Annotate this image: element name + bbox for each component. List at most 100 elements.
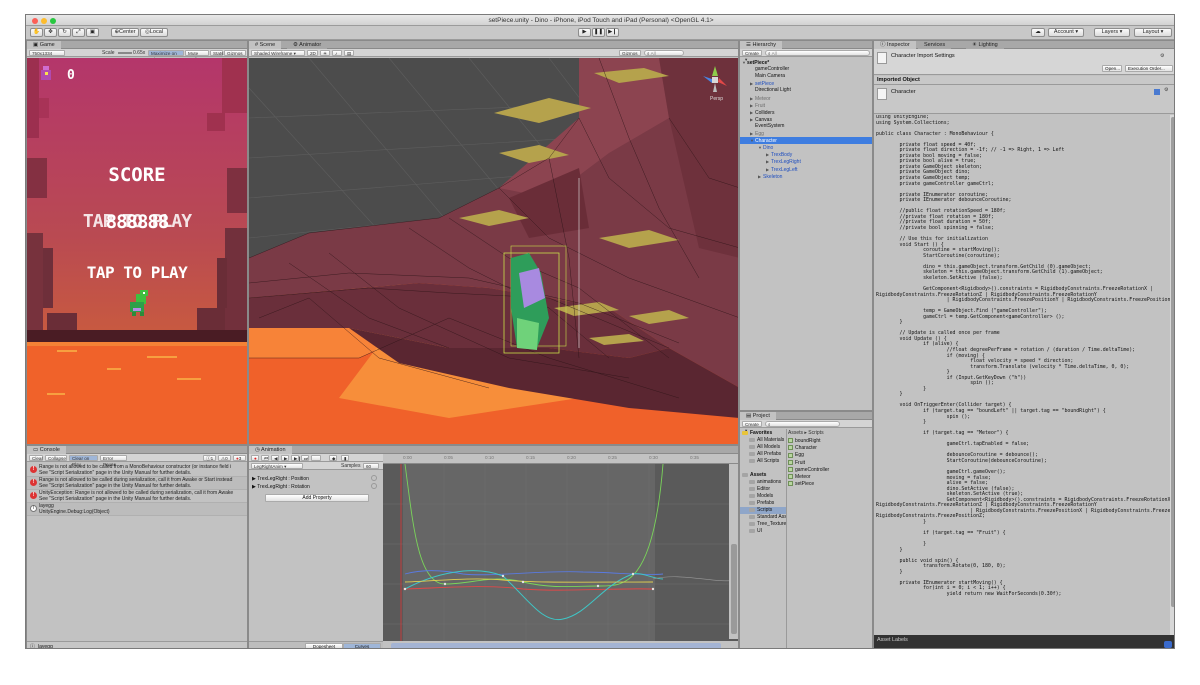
- hierarchy-item[interactable]: ▶ Colliders: [740, 109, 872, 116]
- space-toggle[interactable]: ◎Local: [140, 28, 168, 37]
- project-search-input[interactable]: ⌕: [765, 421, 840, 427]
- step-button[interactable]: ▶❙: [606, 28, 619, 37]
- project-folder-item[interactable]: All Materials: [740, 437, 786, 444]
- property-row[interactable]: ▶ TrexLegRight : Position: [252, 476, 309, 482]
- hierarchy-item[interactable]: gameController: [740, 66, 872, 73]
- layers-dropdown[interactable]: Layers ▾: [1094, 28, 1130, 37]
- console-log-entry[interactable]: ! UnityException: Range is not allowed to…: [27, 490, 247, 503]
- curve-editor[interactable]: 0:00 0:05 0:10 0:15 0:20 0:25 0:30 0:35: [383, 454, 738, 648]
- gizmos-toggle[interactable]: Gizmos: [224, 50, 246, 56]
- project-folder-item[interactable]: Models: [740, 493, 786, 500]
- tab-hierarchy[interactable]: ☰ Hierarchy: [740, 41, 783, 49]
- layout-dropdown[interactable]: Layout ▾: [1134, 28, 1172, 37]
- console-log-entry[interactable]: i layegg UnityEngine.Debug:Log(Object): [27, 503, 247, 516]
- record-button[interactable]: ●: [251, 455, 259, 461]
- shading-dropdown[interactable]: Shaded Wireframe ▾: [251, 50, 305, 56]
- execution-order-button[interactable]: Execution Order...: [1125, 65, 1173, 72]
- hierarchy-search-input[interactable]: ⌕ All: [765, 50, 870, 56]
- project-folder-item[interactable]: UI: [740, 528, 786, 535]
- tab-animator[interactable]: ⚙ Animator: [287, 41, 328, 49]
- project-file-item[interactable]: Fruit: [788, 460, 805, 467]
- scene-search-input[interactable]: ⌕ All: [644, 50, 684, 56]
- cloud-button[interactable]: ☁: [1031, 28, 1045, 37]
- console-log-entry[interactable]: ! Range is not allowed to be called durin…: [27, 477, 247, 490]
- zoom-window-icon[interactable]: [50, 18, 56, 24]
- tab-game[interactable]: ▣ Game: [27, 41, 61, 49]
- project-folder-item[interactable]: All Models: [740, 444, 786, 451]
- scale-slider[interactable]: [118, 52, 132, 54]
- dopesheet-tab[interactable]: Dopesheet: [305, 643, 343, 648]
- account-dropdown[interactable]: Account ▾: [1048, 28, 1084, 37]
- book-icon[interactable]: [1154, 89, 1160, 95]
- hierarchy-item[interactable]: ▼Character: [740, 137, 872, 145]
- project-folder-item[interactable]: All Scripts: [740, 458, 786, 465]
- hierarchy-item[interactable]: ▶ Meteor: [740, 95, 872, 102]
- project-folder-item[interactable]: Standard Assets: [740, 514, 786, 521]
- maximize-on-play-toggle[interactable]: Maximize on Play: [148, 50, 184, 62]
- hierarchy-item[interactable]: ▶ Egg: [740, 130, 872, 137]
- lighting-toggle-icon[interactable]: ☀: [320, 50, 330, 56]
- prev-key-button[interactable]: ◀: [271, 455, 279, 461]
- pause-button[interactable]: ❚❚: [592, 28, 605, 37]
- project-create-button[interactable]: Create ▾: [742, 421, 762, 433]
- project-folder-item[interactable]: animations: [740, 479, 786, 486]
- open-button[interactable]: Open...: [1102, 65, 1122, 72]
- first-key-button[interactable]: ⏮: [261, 455, 269, 461]
- console-log-entry[interactable]: ! Range is not allowed to be called from …: [27, 464, 247, 477]
- console-info-filter[interactable]: ⓘ1: [203, 455, 216, 461]
- audio-toggle-icon[interactable]: ♪: [332, 50, 342, 56]
- inspector-scrollbar[interactable]: [1170, 115, 1174, 635]
- game-view[interactable]: 0 SCORE 888888 TAP TO PLAY TAP TO PLAY: [27, 58, 247, 444]
- last-key-button[interactable]: ⏭: [301, 455, 309, 461]
- rect-tool-icon[interactable]: ▣: [86, 28, 99, 37]
- tab-console[interactable]: ▭ Console: [27, 446, 66, 454]
- tab-scene[interactable]: # Scene: [249, 41, 282, 49]
- scene-view[interactable]: Persp: [249, 58, 738, 444]
- tab-services[interactable]: Services: [918, 41, 952, 49]
- hierarchy-item[interactable]: ▶ TrexLegRight: [740, 158, 872, 165]
- tap-to-play[interactable]: TAP TO PLAY: [27, 263, 247, 282]
- console-warning-filter[interactable]: ⚠0: [218, 455, 231, 461]
- tab-project[interactable]: ▤ Project: [740, 412, 776, 420]
- scale-tool-icon[interactable]: ⤢: [72, 28, 85, 37]
- hierarchy-item[interactable]: EventSystem: [740, 123, 872, 130]
- property-options-icon[interactable]: [371, 483, 377, 489]
- console-error-pause-toggle[interactable]: Error Pause: [100, 455, 127, 467]
- hierarchy-item[interactable]: ▶ Skeleton: [740, 173, 872, 180]
- hand-tool-icon[interactable]: ✋: [30, 28, 43, 37]
- project-folder-item[interactable]: Favorites: [740, 430, 786, 437]
- mode-2d-toggle[interactable]: 2D: [307, 50, 318, 56]
- hierarchy-item[interactable]: Main Camera: [740, 73, 872, 80]
- close-window-icon[interactable]: [32, 18, 38, 24]
- add-property-button[interactable]: Add Property: [265, 494, 369, 502]
- hierarchy-item[interactable]: ▶ TrexLegLeft: [740, 166, 872, 173]
- console-collapse-button[interactable]: Collapse: [45, 455, 67, 461]
- tab-inspector[interactable]: ⓘ Inspector: [874, 41, 916, 49]
- scene-gizmos-dropdown[interactable]: Gizmos ▾: [619, 50, 641, 62]
- next-key-button[interactable]: ▶❙: [291, 455, 301, 461]
- project-breadcrumb[interactable]: Assets ▸ Scripts: [788, 430, 824, 436]
- project-folder-item[interactable]: All Prefabs: [740, 451, 786, 458]
- project-file-item[interactable]: Egg: [788, 452, 804, 459]
- samples-field[interactable]: 60: [363, 463, 379, 469]
- console-clear-on-play-toggle[interactable]: Clear on Play: [69, 455, 98, 467]
- hierarchy-create-button[interactable]: Create ▾: [742, 50, 762, 62]
- effects-toggle-icon[interactable]: ▤: [344, 50, 354, 56]
- pivot-toggle[interactable]: ⊕Center: [111, 28, 139, 37]
- persp-label[interactable]: Persp: [710, 96, 723, 102]
- tab-lighting[interactable]: ☀ Lighting: [966, 41, 1004, 49]
- tab-animation[interactable]: ◷ Animation: [249, 446, 292, 454]
- timeline-ruler[interactable]: 0:00 0:05 0:10 0:15 0:20 0:25 0:30 0:35: [383, 454, 738, 464]
- component-gear-icon[interactable]: ⚙: [1164, 87, 1168, 93]
- project-folder-item[interactable]: Assets: [740, 472, 786, 479]
- clip-dropdown[interactable]: LegRightAnim ▾: [251, 463, 303, 469]
- move-tool-icon[interactable]: ✥: [44, 28, 57, 37]
- hierarchy-item[interactable]: ▶ TrexBody: [740, 151, 872, 158]
- project-file-item[interactable]: gameController: [788, 467, 829, 474]
- add-event-icon[interactable]: ▮: [341, 455, 349, 461]
- project-file-item[interactable]: boundRight: [788, 438, 821, 445]
- hierarchy-item[interactable]: ▶ setPiece: [740, 80, 872, 87]
- project-file-item[interactable]: setPiece: [788, 481, 814, 488]
- project-file-item[interactable]: Meteor: [788, 474, 811, 481]
- property-options-icon[interactable]: [371, 475, 377, 481]
